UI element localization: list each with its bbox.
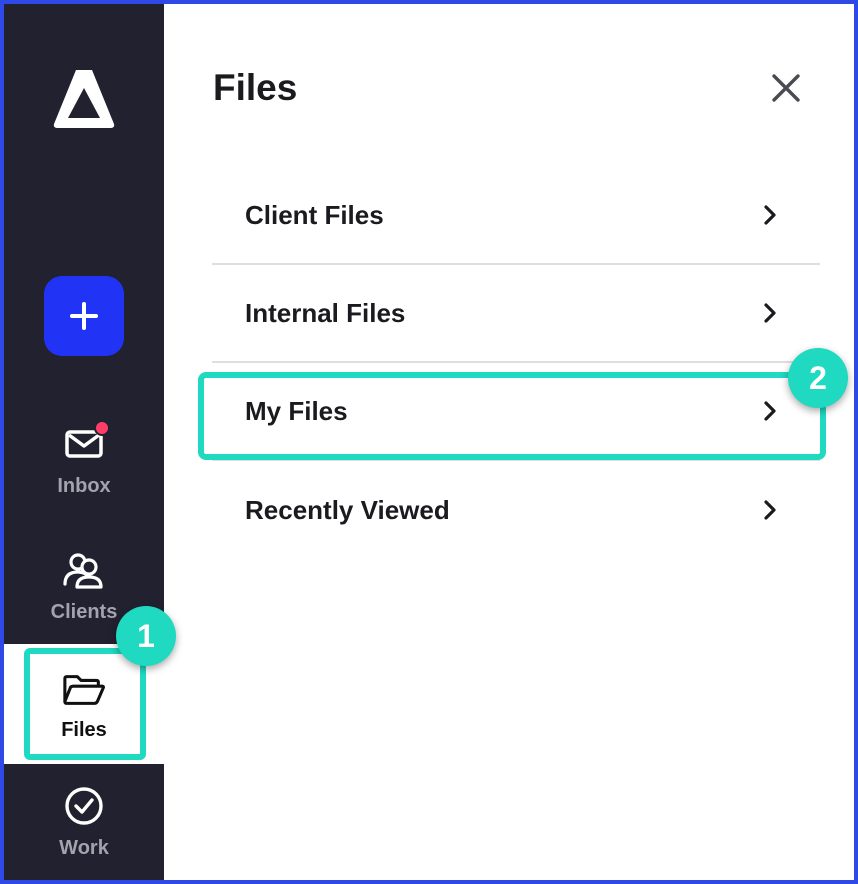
sidebar-item-label: Work bbox=[59, 837, 109, 859]
users-icon bbox=[62, 548, 106, 592]
chevron-right-icon bbox=[764, 500, 776, 520]
app-frame: Inbox Clients Files Work Files Client Fi… bbox=[4, 4, 854, 880]
list-item-label: Client Files bbox=[245, 199, 384, 230]
notification-badge bbox=[94, 420, 110, 436]
list-item-label: Internal Files bbox=[245, 297, 406, 328]
app-logo-icon[interactable] bbox=[52, 66, 116, 130]
check-circle-icon bbox=[62, 784, 106, 828]
files-list: Client Files Internal Files My Files Rec… bbox=[212, 167, 820, 559]
sidebar-item-inbox[interactable]: Inbox bbox=[4, 420, 164, 498]
list-item-recently-viewed[interactable]: Recently Viewed bbox=[212, 461, 820, 559]
sidebar-item-label: Clients bbox=[50, 601, 118, 623]
step-badge-1: 1 bbox=[116, 606, 176, 666]
chevron-right-icon bbox=[764, 205, 776, 225]
mail-icon bbox=[62, 420, 110, 466]
close-icon bbox=[772, 74, 800, 102]
close-button[interactable] bbox=[766, 68, 806, 108]
highlight-my-files-row bbox=[198, 372, 826, 460]
list-item-label: Recently Viewed bbox=[245, 494, 450, 525]
highlight-files-nav bbox=[24, 648, 146, 760]
add-button[interactable] bbox=[44, 276, 124, 356]
step-badge-2: 2 bbox=[788, 348, 848, 408]
sidebar-item-label: Inbox bbox=[57, 475, 111, 497]
list-item-client-files[interactable]: Client Files bbox=[212, 167, 820, 265]
plus-icon bbox=[70, 302, 98, 330]
chevron-right-icon bbox=[764, 303, 776, 323]
sidebar-item-work[interactable]: Work bbox=[4, 784, 164, 860]
page-title: Files bbox=[213, 67, 298, 108]
list-item-internal-files[interactable]: Internal Files bbox=[212, 265, 820, 363]
